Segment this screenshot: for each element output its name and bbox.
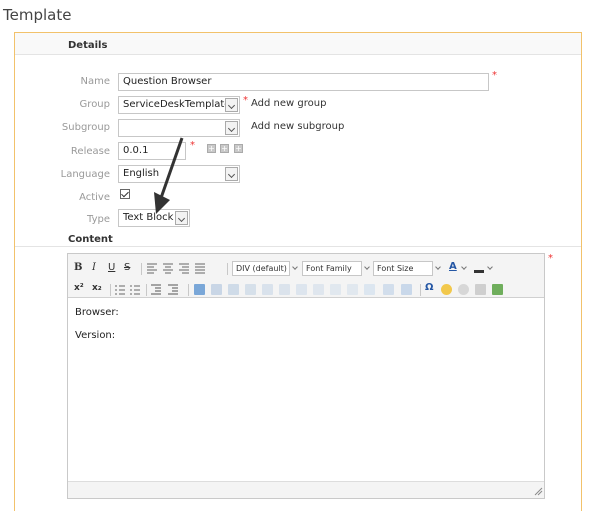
subgroup-dropdown-icon[interactable] — [225, 121, 238, 135]
name-input[interactable]: Question Browser — [118, 73, 489, 91]
link-icon[interactable] — [458, 284, 469, 295]
highlight-color-icon[interactable] — [474, 270, 484, 273]
table-cell-icon[interactable] — [330, 284, 341, 295]
image-icon[interactable] — [492, 284, 503, 295]
type-label: Type — [87, 214, 110, 225]
font-color-dropdown-icon[interactable] — [460, 261, 469, 276]
format-dropdown-icon[interactable] — [291, 261, 300, 276]
resize-handle-icon[interactable] — [534, 487, 543, 496]
subgroup-label: Subgroup — [61, 122, 110, 133]
details-section-title: Details — [68, 40, 108, 51]
release-plus-icon[interactable]: + — [220, 144, 229, 153]
table-row-icon[interactable] — [245, 284, 256, 295]
highlight-dropdown-icon[interactable] — [486, 261, 495, 276]
toolbar-separator — [227, 263, 228, 275]
toolbar-separator — [188, 284, 189, 296]
content-line: Version: — [75, 330, 116, 341]
editor-statusbar — [68, 481, 544, 498]
strikethrough-button[interactable]: S — [124, 262, 130, 273]
release-plus-icon[interactable]: + — [234, 144, 243, 153]
anchor-icon[interactable] — [475, 284, 486, 295]
table-layout-icon[interactable] — [401, 284, 412, 295]
table-split-icon[interactable] — [296, 284, 307, 295]
insert-icon[interactable] — [211, 284, 222, 295]
toolbar-separator — [141, 263, 142, 275]
toolbar-separator — [420, 284, 421, 296]
page-title: Template — [3, 6, 72, 24]
content-required-marker: * — [548, 253, 553, 264]
language-dropdown-icon[interactable] — [225, 167, 238, 181]
release-plus-icon[interactable]: + — [207, 144, 216, 153]
table-merge-icon[interactable] — [279, 284, 290, 295]
table-icon[interactable] — [228, 284, 239, 295]
table-props-icon[interactable] — [347, 284, 358, 295]
content-section-title: Content — [68, 234, 113, 245]
subscript-button[interactable]: x₂ — [92, 283, 102, 293]
font-size-dropdown-icon[interactable] — [434, 261, 443, 276]
name-label: Name — [80, 76, 110, 87]
group-label: Group — [79, 99, 110, 110]
toolbar-separator — [146, 284, 147, 296]
group-select[interactable]: ServiceDeskTemplates — [118, 96, 240, 114]
edit-icon[interactable] — [194, 284, 205, 295]
toolbar-separator — [110, 284, 111, 296]
add-new-group-link[interactable]: Add new group — [251, 98, 326, 109]
font-family-dropdown-icon[interactable] — [363, 261, 372, 276]
list-icons[interactable] — [115, 284, 141, 295]
special-char-button[interactable]: Ω — [425, 282, 434, 293]
bold-button[interactable]: B — [74, 262, 82, 273]
alignment-icons[interactable] — [147, 263, 211, 274]
active-checkbox[interactable] — [120, 189, 130, 199]
format-select[interactable]: DIV (default) — [232, 261, 290, 276]
table-delete-icon[interactable] — [313, 284, 324, 295]
emoticon-icon[interactable] — [441, 284, 452, 295]
content-line: Browser: — [75, 307, 119, 318]
group-dropdown-icon[interactable] — [225, 98, 238, 112]
underline-button[interactable]: U — [108, 262, 115, 273]
italic-button[interactable]: I — [92, 262, 96, 273]
font-color-icon[interactable]: A — [449, 261, 457, 272]
annotation-arrow — [154, 137, 184, 214]
table-insert-icon[interactable] — [364, 284, 375, 295]
font-size-select[interactable]: Font Size — [373, 261, 433, 276]
active-label: Active — [79, 192, 110, 203]
indent-icons[interactable] — [151, 284, 181, 295]
release-label: Release — [70, 146, 110, 157]
group-required-marker: * — [243, 95, 248, 106]
content-divider — [15, 246, 581, 247]
table-col-icon[interactable] — [262, 284, 273, 295]
table-grid-icon[interactable] — [383, 284, 394, 295]
superscript-button[interactable]: x² — [74, 283, 84, 293]
name-required-marker: * — [492, 70, 497, 81]
language-label: Language — [60, 169, 110, 180]
add-new-subgroup-link[interactable]: Add new subgroup — [251, 121, 344, 132]
group-select-value: ServiceDeskTemplates — [123, 99, 236, 110]
font-family-select[interactable]: Font Family — [302, 261, 362, 276]
